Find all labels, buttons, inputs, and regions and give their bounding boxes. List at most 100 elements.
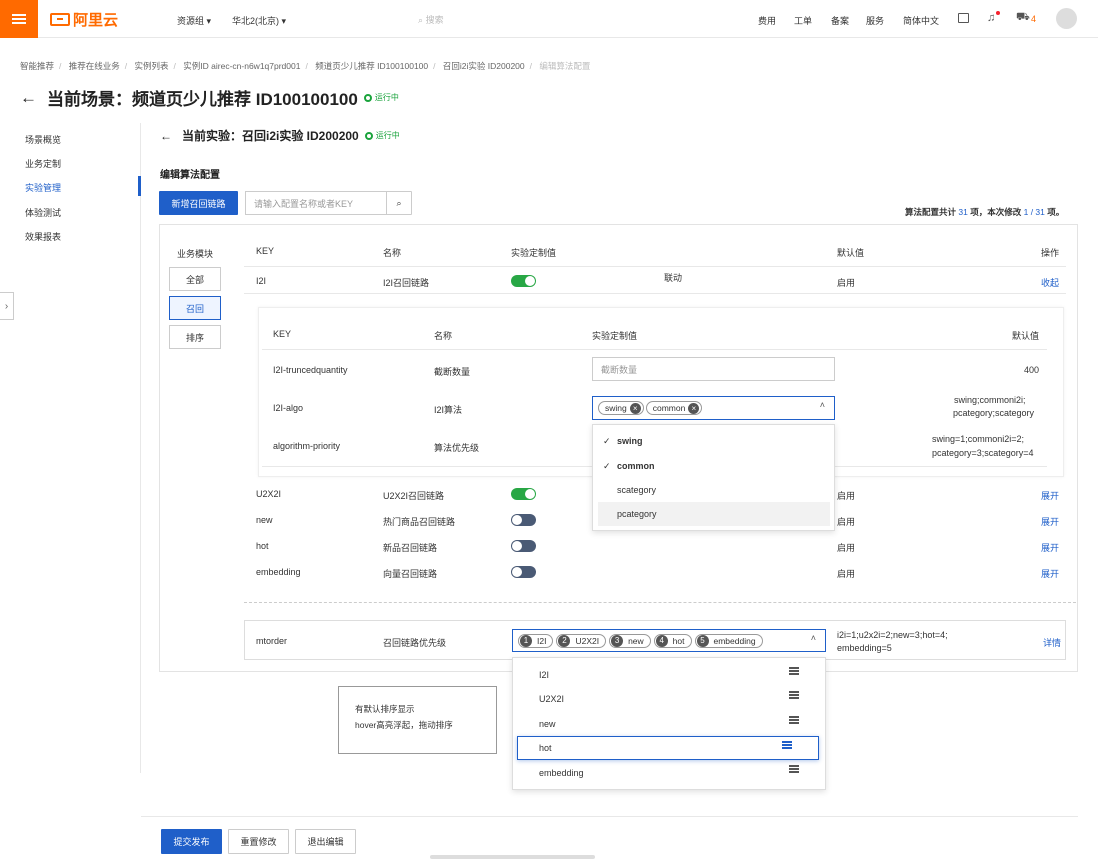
search-icon: ⌕ [418, 15, 424, 25]
category-rank-button[interactable]: 排序 [169, 325, 221, 349]
expand-link[interactable]: 展开 [1041, 489, 1059, 502]
nav-link-billing[interactable]: 费用 [758, 14, 776, 27]
row-key: I2I-algo [273, 403, 304, 413]
cart-icon[interactable]: ⛟ [1016, 11, 1030, 25]
avatar[interactable] [1056, 8, 1077, 29]
selected-tag: swing × [598, 401, 644, 415]
breadcrumb-item[interactable]: 智能推荐 [20, 61, 54, 71]
language-switch[interactable]: 简体中文 [903, 14, 939, 27]
breadcrumb-current: 编辑算法配置 [539, 61, 591, 71]
check-icon: ✓ [603, 460, 611, 471]
priority-select[interactable]: 1 I2I 2 U2X2I 3 new 4 hot 5 embedding ˄ [512, 629, 826, 652]
global-search[interactable]: ⌕ 搜索 [418, 13, 444, 26]
status-badge: 运行中 [364, 130, 400, 141]
row-default: 启用 [837, 569, 856, 579]
truncate-quantity-input[interactable]: 截断数量 [592, 357, 835, 381]
row-default: 启用 [837, 491, 856, 501]
resource-group-dropdown[interactable]: 资源组 ▾ [177, 14, 211, 27]
dropdown-option[interactable]: scategory [593, 478, 834, 502]
terminal-icon[interactable] [958, 13, 969, 23]
submit-button[interactable]: 提交发布 [161, 829, 222, 854]
breadcrumb-item[interactable]: 推荐在线业务 [69, 61, 120, 71]
column-header-name: 名称 [383, 248, 402, 258]
divider [244, 293, 1066, 294]
bell-icon[interactable]: ♫ [987, 12, 995, 24]
sidebar-item-reports[interactable]: 效果报表 [25, 230, 61, 243]
nav-link-filing[interactable]: 备案 [831, 14, 849, 27]
page-title: ← 当前场景：频道页少儿推荐 ID100100100 运行中 [20, 87, 399, 110]
sortable-option[interactable]: I2I [513, 663, 825, 687]
breadcrumb-item[interactable]: 实例列表 [135, 61, 169, 71]
notification-dot [996, 11, 1000, 15]
config-search-input[interactable]: 请输入配置名称或者KEY [245, 191, 387, 215]
enable-toggle[interactable] [511, 514, 536, 526]
algo-multiselect[interactable]: swing × common × ˄ [592, 396, 835, 420]
enable-toggle[interactable] [511, 566, 536, 578]
sortable-option[interactable]: embedding [513, 761, 825, 785]
sortable-option-hovered[interactable]: hot [517, 736, 819, 760]
row-default: pcategory;scategory [953, 408, 1035, 418]
add-recall-button[interactable]: 新增召回链路 [159, 191, 238, 215]
remove-icon[interactable]: × [688, 402, 700, 414]
active-indicator [138, 176, 141, 196]
drag-handle-icon[interactable] [789, 670, 799, 672]
breadcrumb-item[interactable]: 召回i2i实验 ID200200 [443, 61, 525, 71]
details-link[interactable]: 详情 [1043, 636, 1061, 649]
sidebar-item-test[interactable]: 体验测试 [25, 206, 61, 219]
row-default: 400 [1024, 365, 1040, 375]
sidebar-item-overview[interactable]: 场景概览 [25, 133, 61, 146]
divider [262, 349, 1047, 350]
column-header-key: KEY [273, 329, 292, 339]
drag-handle-icon[interactable] [789, 694, 799, 696]
row-name: U2X2I召回链路 [383, 491, 445, 501]
nav-link-services[interactable]: 服务 [866, 14, 884, 27]
dropdown-option[interactable]: ✓ common [593, 454, 834, 478]
column-header-key: KEY [256, 246, 275, 256]
remove-icon[interactable]: × [629, 402, 641, 414]
expand-link[interactable]: 展开 [1041, 515, 1059, 528]
exit-button[interactable]: 退出编辑 [295, 829, 356, 854]
menu-icon[interactable] [0, 0, 38, 38]
chevron-right-icon[interactable]: › [0, 292, 14, 320]
priority-tag: 1 I2I [518, 633, 554, 648]
back-arrow-icon[interactable]: ← [160, 129, 172, 143]
running-icon [363, 93, 372, 102]
column-header-default: 默认值 [1012, 331, 1040, 341]
column-header-custom: 实验定制值 [511, 248, 557, 258]
drag-handle-icon[interactable] [782, 744, 792, 746]
logo[interactable]: 阿里云 [50, 9, 118, 30]
drag-handle-icon[interactable] [789, 768, 799, 770]
enable-toggle[interactable] [511, 540, 536, 552]
row-key: new [256, 515, 273, 525]
dropdown-option[interactable]: pcategory [598, 502, 830, 526]
region-dropdown[interactable]: 华北2(北京) ▾ [232, 14, 286, 27]
enable-toggle[interactable] [511, 488, 536, 500]
breadcrumb-item[interactable]: 实例ID airec-cn-n6w1q7prd001 [183, 61, 300, 71]
drag-handle-icon[interactable] [789, 719, 799, 721]
breadcrumb-item[interactable]: 频道页少儿推荐 ID100100100 [315, 61, 428, 71]
expand-link[interactable]: 展开 [1041, 541, 1059, 554]
category-recall-button[interactable]: 召回 [169, 296, 221, 320]
dropdown-option[interactable]: ✓ swing [593, 429, 834, 453]
chevron-up-icon[interactable]: ˄ [820, 400, 825, 410]
linked-label: 联动 [664, 273, 683, 283]
row-key: I2I-truncedquantity [273, 365, 348, 375]
enable-toggle[interactable] [511, 275, 536, 287]
category-all-button[interactable]: 全部 [169, 267, 221, 291]
row-name: I2I算法 [434, 405, 463, 415]
row-default: pcategory=3;scategory=4 [932, 448, 1034, 458]
expand-link[interactable]: 展开 [1041, 567, 1059, 580]
search-button[interactable]: ⌕ [386, 191, 412, 215]
back-arrow-icon[interactable]: ← [20, 88, 37, 108]
row-default: 启用 [837, 543, 856, 553]
chevron-up-icon[interactable]: ˄ [811, 633, 816, 643]
reset-button[interactable]: 重置修改 [228, 829, 289, 854]
collapse-link[interactable]: 收起 [1041, 276, 1059, 289]
sidebar-item-experiments[interactable]: 实验管理 [25, 181, 61, 194]
search-icon: ⌕ [396, 197, 402, 208]
nav-link-tickets[interactable]: 工单 [794, 14, 812, 27]
sidebar-item-customize[interactable]: 业务定制 [25, 157, 61, 170]
sortable-option[interactable]: U2X2I [513, 687, 825, 711]
scrollbar[interactable] [430, 855, 595, 859]
sortable-option[interactable]: new [513, 712, 825, 736]
